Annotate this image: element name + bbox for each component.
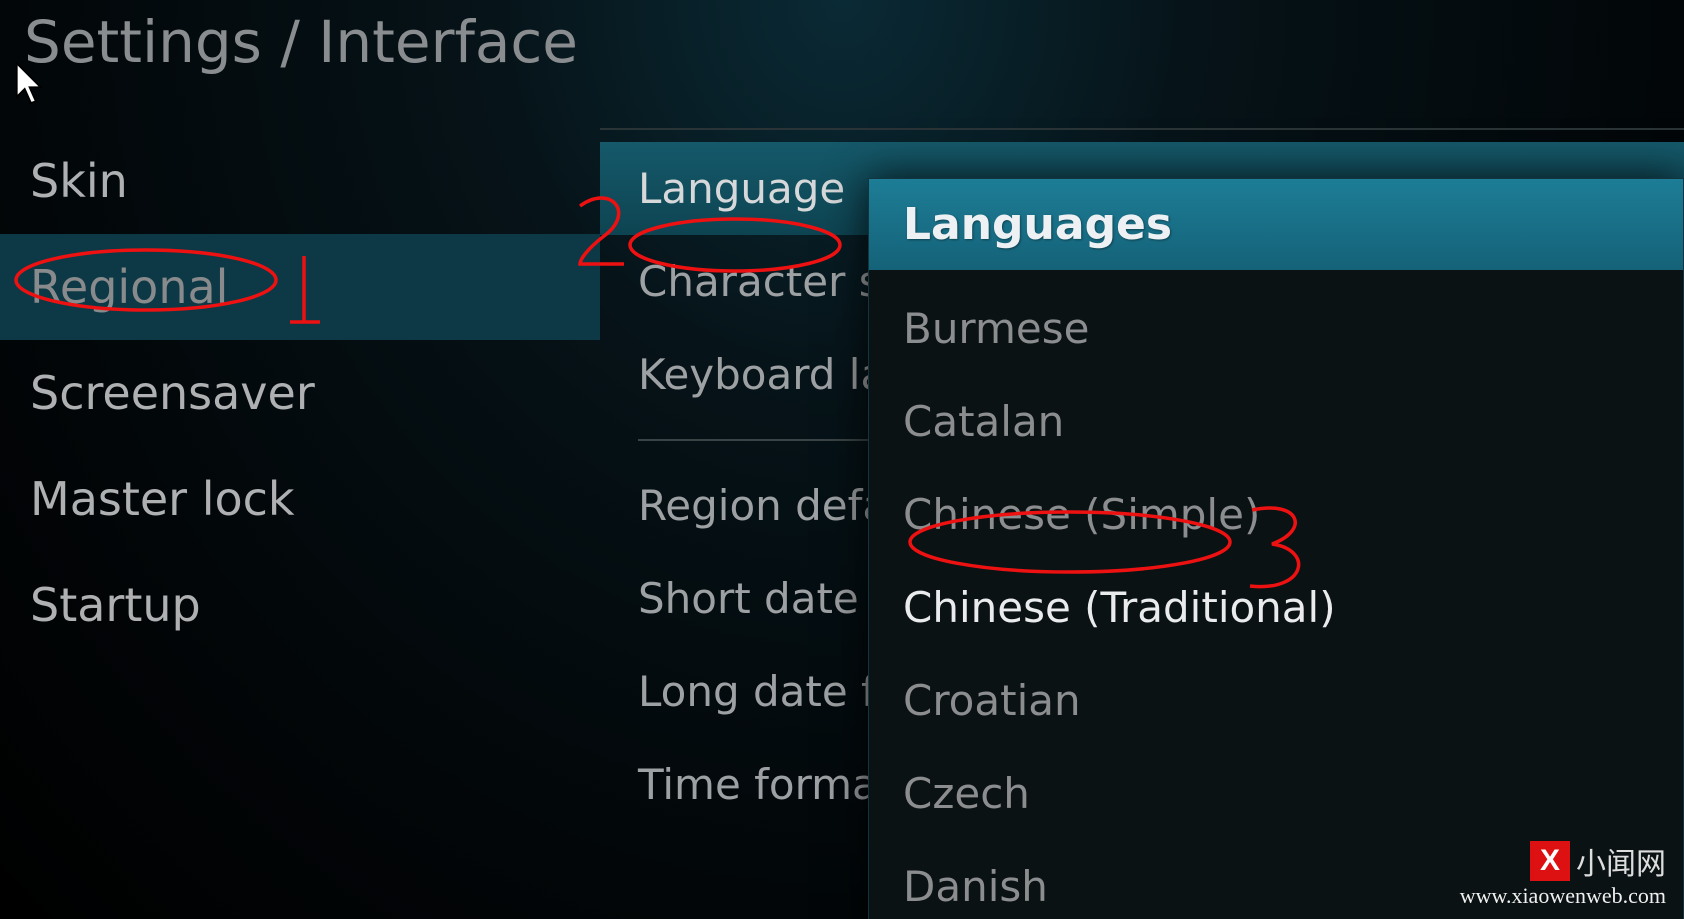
watermark-url: www.xiaowenweb.com xyxy=(1460,883,1666,909)
popup-title: Languages xyxy=(869,179,1683,270)
language-option-catalan[interactable]: Catalan xyxy=(869,375,1683,468)
sidebar-item-skin[interactable]: Skin xyxy=(0,128,600,234)
sidebar-item-startup[interactable]: Startup xyxy=(0,552,600,658)
divider xyxy=(600,128,1684,130)
language-option-croatian[interactable]: Croatian xyxy=(869,654,1683,747)
sidebar-item-screensaver[interactable]: Screensaver xyxy=(0,340,600,446)
sidebar-item-master-lock[interactable]: Master lock xyxy=(0,446,600,552)
breadcrumb: Settings / Interface xyxy=(24,8,578,76)
language-option-chinese-simple[interactable]: Chinese (Simple) xyxy=(869,468,1683,561)
watermark-logo-icon: X xyxy=(1530,841,1570,881)
settings-sidebar: Skin Regional Screensaver Master lock St… xyxy=(0,128,600,658)
watermark: X 小闻网 www.xiaowenweb.com xyxy=(1460,839,1666,909)
languages-list: Burmese Catalan Chinese (Simple) Chinese… xyxy=(869,270,1683,919)
language-option-czech[interactable]: Czech xyxy=(869,747,1683,840)
language-option-chinese-traditional[interactable]: Chinese (Traditional) xyxy=(869,561,1683,654)
languages-popup: Languages Burmese Catalan Chinese (Simpl… xyxy=(868,178,1684,919)
watermark-brand: 小闻网 xyxy=(1576,839,1666,883)
sidebar-item-regional[interactable]: Regional xyxy=(0,234,600,340)
language-option-burmese[interactable]: Burmese xyxy=(869,282,1683,375)
